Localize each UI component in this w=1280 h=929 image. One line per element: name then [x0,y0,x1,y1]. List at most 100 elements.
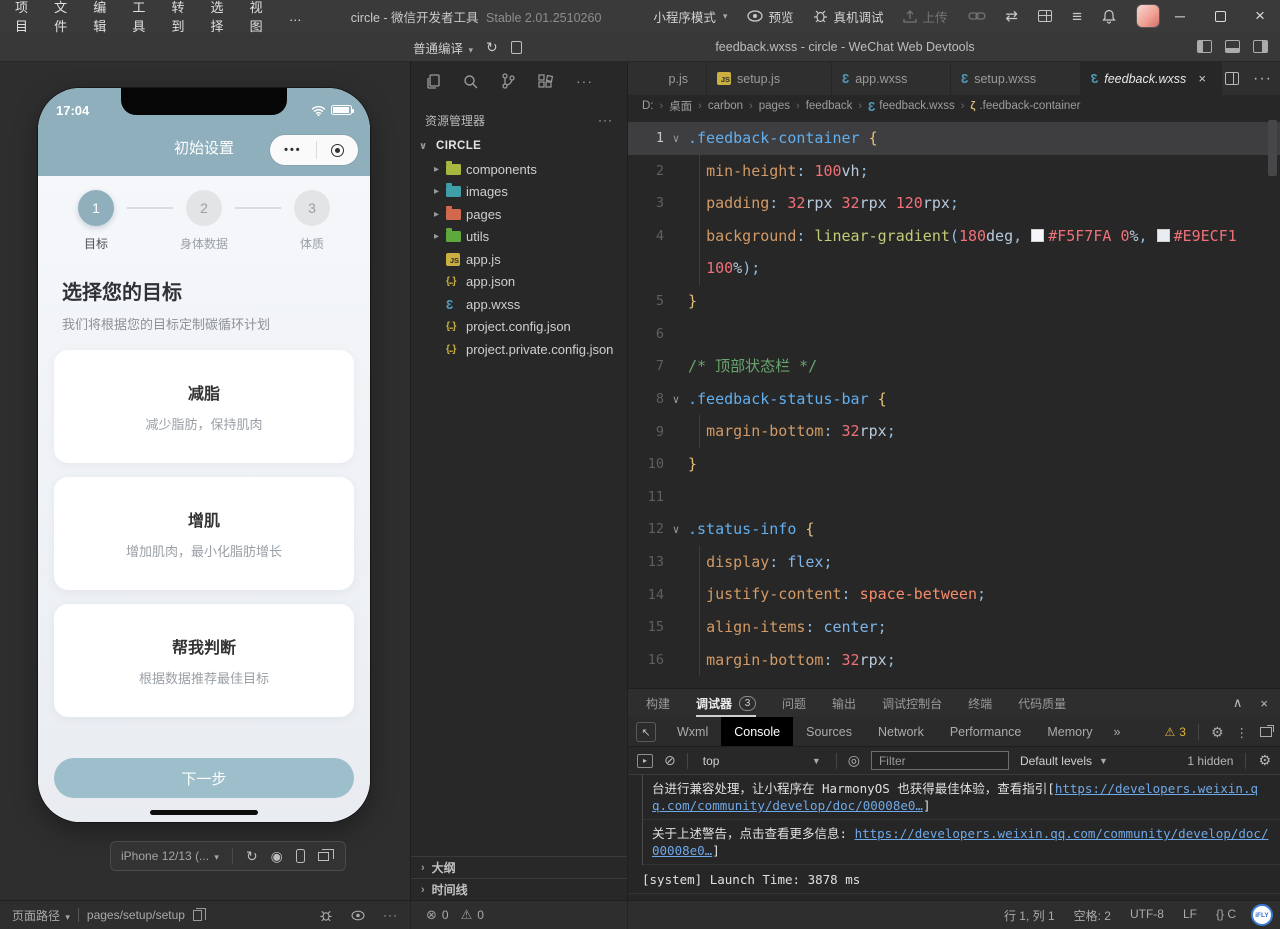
copy-path-icon[interactable] [193,910,202,921]
tree-item-images[interactable]: ▸images [411,181,627,204]
tree-item-project.config.json[interactable]: {..}project.config.json [411,316,627,339]
devtools-tab-performance[interactable]: Performance [937,717,1035,746]
menu-item[interactable]: 视图 [239,0,278,35]
goal-card[interactable]: 减脂减少脂肪，保持肌肉 [54,350,354,463]
tree-item-pages[interactable]: ▸pages [411,203,627,226]
tab-app.wxss[interactable]: 3app.wxss [832,62,951,95]
maximize-button[interactable] [1200,0,1240,32]
extensions-icon[interactable] [538,74,553,89]
grid-panel-icon[interactable] [1038,10,1052,22]
statusbar-segment[interactable]: LF [1183,907,1197,924]
tab-setup.js[interactable]: JSsetup.js [707,62,832,95]
device-debug-button[interactable]: 真机调试 [813,7,883,26]
panel-tab-输出[interactable]: 输出 [832,689,856,717]
panel-tab-代码质量[interactable]: 代码质量 [1018,689,1066,717]
menu-item[interactable]: 工具 [121,0,160,35]
minimize-button[interactable]: ─ [1160,0,1200,32]
devtools-tab-memory[interactable]: Memory [1034,717,1105,746]
panel-tab-构建[interactable]: 构建 [646,689,670,717]
editor-more-icon[interactable]: ··· [1253,70,1272,88]
menu-item[interactable]: 编辑 [82,0,121,35]
menu-item[interactable]: 转到 [160,0,199,35]
menu-item[interactable]: 文件 [43,0,82,35]
clear-console-icon[interactable]: ⊘ [664,752,676,769]
multi-window-icon[interactable] [318,852,329,861]
source-control-icon[interactable] [501,73,515,89]
devtools-tab-console[interactable]: Console [721,717,793,746]
avatar[interactable] [1136,4,1160,28]
panel-tab-终端[interactable]: 终端 [968,689,992,717]
search-icon[interactable] [463,74,478,89]
mode-selector[interactable]: 小程序模式▾ [653,7,727,26]
split-editor-icon[interactable] [1225,72,1239,85]
toggle-left-panel-icon[interactable] [1197,40,1212,53]
more-tabs-icon[interactable]: » [1106,717,1129,746]
goal-card[interactable]: 帮我判断根据数据推荐最佳目标 [54,604,354,717]
context-selector[interactable]: top ▼ [699,752,825,770]
warning-counter[interactable]: ⚠3 [1164,725,1185,739]
more-icon[interactable]: ··· [383,908,398,922]
tab-feedback.wxss[interactable]: 3feedback.wxss× [1081,62,1222,95]
console-settings-icon[interactable]: ⚙ [1258,752,1271,769]
files-icon[interactable] [426,74,440,89]
switch-icon[interactable]: ⇄ [1006,9,1019,24]
record-icon[interactable]: ◉ [271,849,283,863]
statusbar-segment[interactable]: UTF-8 [1130,907,1164,924]
tab-setup.wxss[interactable]: 3setup.wxss [951,62,1081,95]
explorer-more-icon[interactable]: ··· [598,113,613,127]
log-levels-selector[interactable]: Default levels ▼ [1020,754,1108,768]
outline-section[interactable]: › 大纲 [411,856,627,878]
filter-input[interactable]: Filter [871,751,1009,770]
popout-icon[interactable] [1260,727,1272,737]
statusbar-problems[interactable]: ⊗0 ⚠0 [410,901,628,929]
panel-tab-调试器[interactable]: 调试器3 [696,689,756,717]
more-actions-icon[interactable]: ··· [576,73,593,89]
close-minip-button[interactable] [331,144,344,157]
notification-bell-icon[interactable] [1102,9,1116,24]
upload-button[interactable]: 上传 [903,7,947,26]
tree-item-app.js[interactable]: JSapp.js [411,248,627,271]
tree-item-utils[interactable]: ▸utils [411,226,627,249]
tree-item-components[interactable]: ▸components [411,158,627,181]
devtools-tab-network[interactable]: Network [865,717,937,746]
toggle-bottom-panel-icon[interactable] [1225,40,1240,53]
hamburger-menu-icon[interactable]: ≡ [1072,8,1082,25]
breadcrumb-item[interactable]: pages [759,100,790,112]
panel-tab-调试控制台[interactable]: 调试控制台 [882,689,942,717]
menu-item[interactable]: 项目 [4,0,43,35]
fold-arrow-icon[interactable]: ∨ [664,132,688,145]
code-editor[interactable]: 1∨.feedback-container {2 min-height: 100… [628,117,1280,688]
breadcrumb-item[interactable]: D: [642,100,654,112]
tab-p.js[interactable]: p.js [628,62,707,95]
menu-item[interactable]: … [278,9,313,24]
breadcrumb-item[interactable]: feedback [806,100,853,112]
timeline-section[interactable]: › 时间线 [411,878,627,900]
ifly-plugin-badge[interactable]: iFLY [1251,904,1273,926]
breadcrumb-item[interactable]: carbon [708,100,743,112]
breadcrumb-item[interactable]: 桌面 [669,98,692,114]
fold-arrow-icon[interactable]: ∨ [664,393,688,406]
fold-arrow-icon[interactable]: ∨ [664,523,688,536]
breadcrumb-item[interactable]: 3feedback.wxss [868,100,955,113]
device-frame-icon[interactable] [296,849,305,863]
more-menu-button[interactable]: ••• [284,145,302,156]
menu-item[interactable]: 选择 [200,0,239,35]
preview-button[interactable]: 预览 [747,7,793,26]
close-tab-icon[interactable]: × [1198,71,1206,86]
close-button[interactable]: × [1240,0,1280,32]
refresh-icon[interactable]: ↻ [246,849,258,863]
breadcrumb-item[interactable]: ζ.feedback-container [970,100,1080,112]
page-path-value[interactable]: pages/setup/setup [87,908,185,922]
project-root[interactable]: ∨ CIRCLE [411,134,627,158]
statusbar-segment[interactable]: 行 1, 列 1 [1004,907,1055,924]
tree-item-project.private.config.json[interactable]: {..}project.private.config.json [411,338,627,361]
statusbar-segment[interactable]: 空格: 2 [1074,907,1111,924]
eye-icon[interactable] [350,910,366,921]
editor-scrollbar[interactable] [1268,120,1277,176]
tree-item-app.json[interactable]: {..}app.json [411,271,627,294]
collapse-panel-icon[interactable]: ∧ [1233,695,1243,711]
link-icon[interactable] [968,11,986,21]
console-sidebar-icon[interactable]: ▸ [637,754,653,768]
goal-card[interactable]: 增肌增加肌肉，最小化脂肪增长 [54,477,354,590]
devtools-tab-sources[interactable]: Sources [793,717,865,746]
